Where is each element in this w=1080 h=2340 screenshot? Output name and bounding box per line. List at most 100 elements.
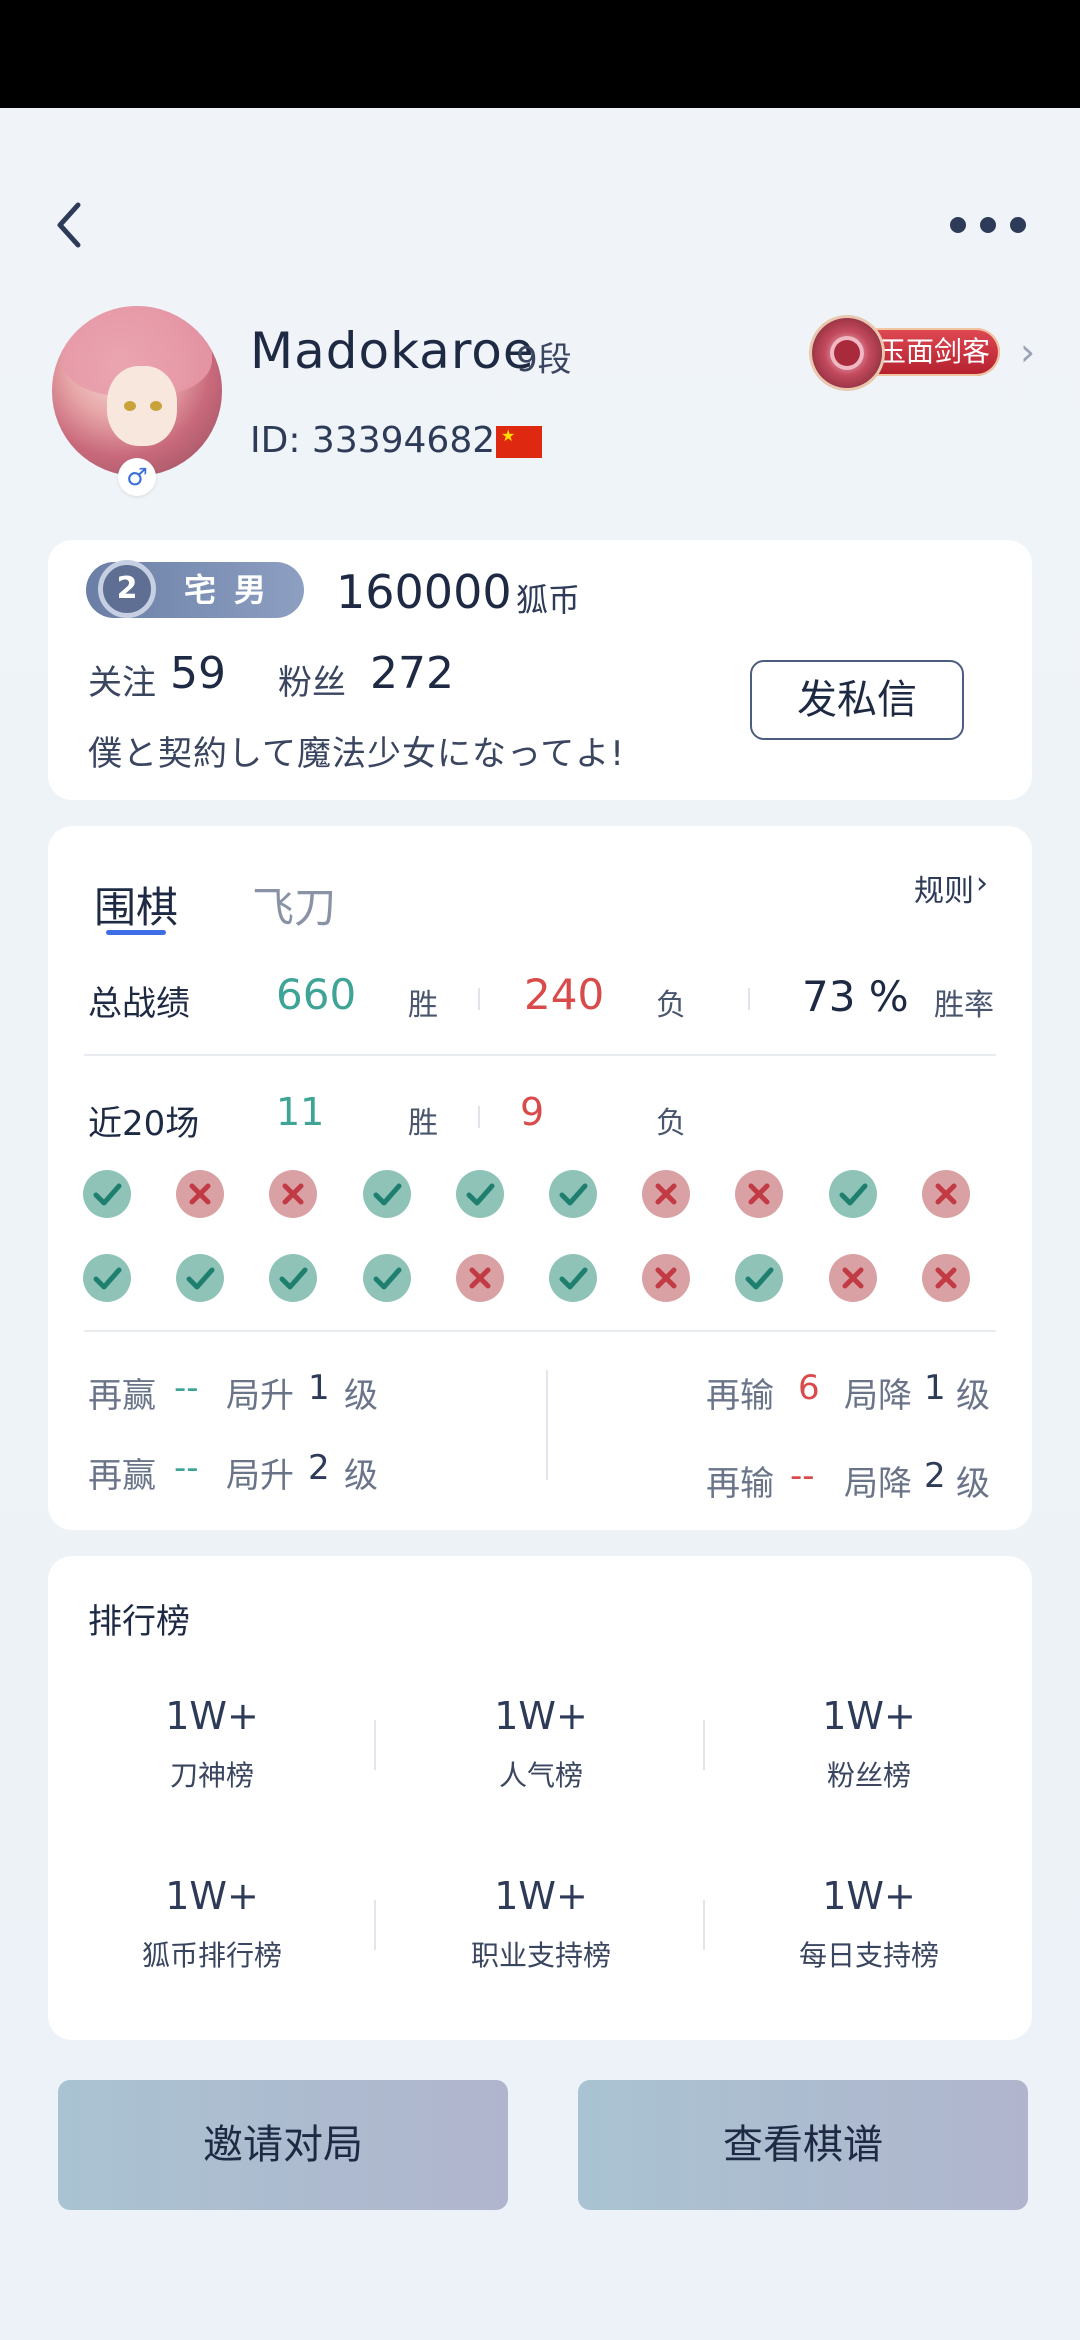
promote2-value: -- bbox=[174, 1448, 199, 1488]
loss-cross-icon bbox=[176, 1170, 225, 1218]
leaderboard-name: 狐币排行榜 bbox=[141, 1939, 282, 1972]
chevron-right-icon[interactable]: › bbox=[1020, 330, 1035, 374]
promote1-level: 1 bbox=[308, 1368, 330, 1408]
loss-cross-icon bbox=[455, 1254, 504, 1302]
leaderboard-item-pro-support[interactable]: 1W+ 职业支持榜 bbox=[426, 1874, 656, 1974]
loss-cross-icon bbox=[642, 1254, 691, 1302]
leaderboard-item-daoshen[interactable]: 1W+ 刀神榜 bbox=[97, 1694, 327, 1794]
divider bbox=[374, 1900, 376, 1950]
leaderboard-name: 职业支持榜 bbox=[470, 1939, 611, 1972]
chevron-right-icon[interactable]: › bbox=[976, 866, 988, 901]
loss-unit: 负 bbox=[656, 1106, 686, 1141]
promote1-suffix: 级 bbox=[344, 1376, 378, 1416]
tab-active-indicator bbox=[106, 930, 166, 935]
user-signature: 僕と契約して魔法少女になってよ! bbox=[88, 734, 625, 774]
more-dot-icon bbox=[950, 217, 966, 233]
demote1-suffix: 级 bbox=[956, 1376, 990, 1416]
win-check-icon bbox=[362, 1170, 411, 1218]
win-check-icon bbox=[735, 1254, 784, 1302]
promote2-text: 局升 bbox=[226, 1456, 294, 1496]
demote2-prefix: 再输 bbox=[706, 1464, 774, 1504]
china-flag-icon: ★ bbox=[496, 426, 542, 458]
leaderboard-title: 排行榜 bbox=[88, 1602, 190, 1642]
title-emblem-icon bbox=[812, 318, 882, 388]
following-label[interactable]: 关注 bbox=[88, 655, 156, 704]
divider bbox=[84, 1054, 996, 1056]
recent-losses: 9 bbox=[520, 1090, 545, 1134]
divider bbox=[478, 1106, 480, 1128]
divider bbox=[703, 1900, 705, 1950]
demote1-value: 6 bbox=[798, 1368, 820, 1408]
total-record-label: 总战绩 bbox=[88, 984, 190, 1024]
loss-cross-icon bbox=[735, 1170, 784, 1218]
leaderboard-name: 人气榜 bbox=[498, 1759, 583, 1792]
win-check-icon bbox=[83, 1170, 131, 1218]
divider bbox=[748, 988, 750, 1010]
demote2-value: -- bbox=[790, 1456, 815, 1496]
win-unit: 胜 bbox=[408, 1106, 438, 1141]
send-message-button[interactable]: 发私信 bbox=[750, 660, 964, 740]
fans-count[interactable]: 272 bbox=[370, 648, 454, 699]
tab-feidao[interactable]: 飞刀 bbox=[252, 874, 336, 935]
leaderboard-name: 刀神榜 bbox=[169, 1759, 254, 1792]
leaderboard-value: 1W+ bbox=[822, 1694, 916, 1738]
more-options-button[interactable] bbox=[950, 210, 1026, 240]
rules-link[interactable]: 规则 bbox=[914, 866, 974, 910]
leaderboard-name: 每日支持榜 bbox=[798, 1939, 939, 1972]
more-dot-icon bbox=[1010, 217, 1026, 233]
total-losses: 240 bbox=[524, 970, 605, 1019]
demote1-prefix: 再输 bbox=[706, 1376, 774, 1416]
loss-cross-icon bbox=[921, 1254, 970, 1302]
status-bar bbox=[0, 0, 1080, 108]
total-wins: 660 bbox=[276, 970, 357, 1019]
fans-label[interactable]: 粉丝 bbox=[278, 655, 346, 704]
loss-cross-icon bbox=[642, 1170, 691, 1218]
leaderboard-item-daily-support[interactable]: 1W+ 每日支持榜 bbox=[754, 1874, 984, 1974]
promote1-prefix: 再赢 bbox=[88, 1376, 156, 1416]
username: Madokaroe bbox=[250, 322, 535, 380]
coin-count: 160000 bbox=[336, 565, 512, 619]
leaderboard-value: 1W+ bbox=[165, 1694, 259, 1738]
demote2-text: 局降 bbox=[844, 1464, 912, 1504]
invite-game-button[interactable]: 邀请对局 bbox=[58, 2080, 508, 2210]
win-check-icon bbox=[83, 1254, 131, 1302]
leaderboard-name: 粉丝榜 bbox=[826, 1759, 911, 1792]
promote1-value: -- bbox=[174, 1368, 199, 1408]
level-number: 2 bbox=[98, 560, 156, 618]
loss-cross-icon bbox=[921, 1170, 970, 1218]
rank-label: 9段 bbox=[516, 340, 572, 380]
divider bbox=[84, 1330, 996, 1332]
leaderboard-value: 1W+ bbox=[494, 1694, 588, 1738]
view-records-button[interactable]: 查看棋谱 bbox=[578, 2080, 1028, 2210]
leaderboard-item-fans[interactable]: 1W+ 粉丝榜 bbox=[754, 1694, 984, 1794]
win-rate: 73 % bbox=[802, 972, 909, 1021]
loss-cross-icon bbox=[828, 1254, 877, 1302]
recent-record-label: 近20场 bbox=[88, 1104, 200, 1144]
leaderboard-value: 1W+ bbox=[494, 1874, 588, 1918]
leaderboard-item-coins[interactable]: 1W+ 狐币排行榜 bbox=[97, 1874, 327, 1974]
divider bbox=[546, 1370, 548, 1480]
win-check-icon bbox=[455, 1170, 504, 1218]
following-count[interactable]: 59 bbox=[170, 648, 226, 699]
leaderboard-item-popularity[interactable]: 1W+ 人气榜 bbox=[426, 1694, 656, 1794]
loss-cross-icon bbox=[269, 1170, 318, 1218]
more-dot-icon bbox=[980, 217, 996, 233]
promote2-prefix: 再赢 bbox=[88, 1456, 156, 1496]
divider bbox=[703, 1720, 705, 1770]
promote2-suffix: 级 bbox=[344, 1456, 378, 1496]
win-rate-unit: 胜率 bbox=[934, 988, 994, 1023]
win-unit: 胜 bbox=[408, 988, 438, 1023]
coin-unit: 狐币 bbox=[516, 581, 581, 619]
win-check-icon bbox=[549, 1254, 597, 1302]
win-check-icon bbox=[362, 1254, 411, 1302]
demote1-level: 1 bbox=[924, 1368, 946, 1408]
back-button[interactable] bbox=[48, 195, 92, 255]
demote1-text: 局降 bbox=[844, 1376, 912, 1416]
tab-weiqi[interactable]: 围棋 bbox=[94, 874, 178, 935]
user-id: ID: 33394682 bbox=[250, 420, 496, 461]
divider bbox=[374, 1720, 376, 1770]
avatar[interactable] bbox=[52, 306, 222, 476]
win-check-icon bbox=[176, 1254, 225, 1302]
leaderboard-value: 1W+ bbox=[822, 1874, 916, 1918]
demote2-suffix: 级 bbox=[956, 1464, 990, 1504]
